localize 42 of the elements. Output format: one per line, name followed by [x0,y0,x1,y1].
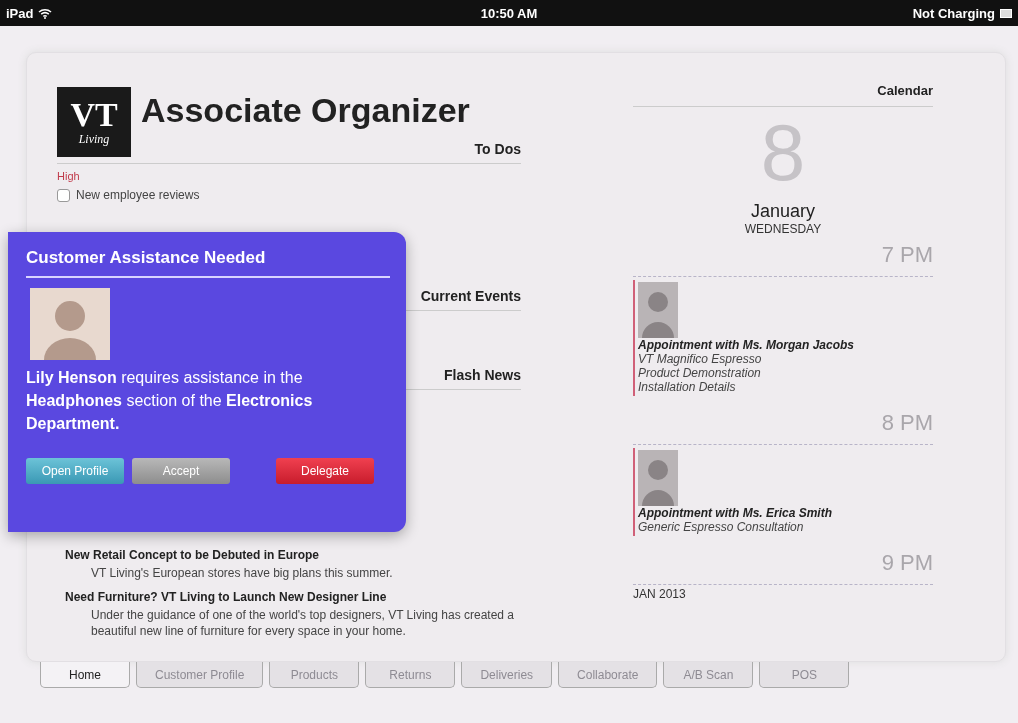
battery-status: Not Charging [912,5,995,21]
appointment-title: Appointment with Ms. Morgan Jacobs [638,338,855,352]
tab[interactable]: Deliveries [461,662,553,688]
avatar-silhouette [638,450,678,506]
device-label: iPad [6,5,34,21]
appointment-title: Appointment with Ms. Erica Smith [638,506,833,520]
hour-label: 9 PM [880,550,933,576]
wifi-icon [38,7,53,19]
appointment-entry[interactable]: Appointment with Ms. Morgan Jacobs VT Magnifico Espresso Product Demonstration Installation Details [633,280,933,396]
section-heading: Calendar [633,83,933,107]
alert-button[interactable]: Accept [132,457,230,484]
todo-label: New employee reviews [76,188,200,202]
appointment-detail: Generic Espresso Consultation [638,520,805,534]
avatar-silhouette [638,282,678,338]
checkbox[interactable] [57,188,70,202]
appointment-entry[interactable]: Appointment with Ms. Erica Smith Generic Espresso Consultation [633,448,933,536]
alert-button[interactable]: Open Profile [26,457,124,484]
appointment-detail: Product Demonstration [638,366,762,380]
hour-label: 8 PM [880,410,933,436]
tab[interactable]: A/B Scan [663,662,754,688]
news-headline[interactable]: Need Furniture? VT Living to Launch New Designer Line [65,590,521,605]
battery-icon [1000,8,1012,18]
tab[interactable]: Home [40,662,130,688]
news-headline[interactable]: New Retail Concept to be Debuted in Europe [65,548,521,562]
app-title: Associate Organizer [141,91,470,130]
appointment-detail: VT Magnifico Espresso [638,352,763,366]
tab[interactable]: Collaborate [558,662,658,688]
alert-title: Customer Assistance Needed [26,248,390,278]
tab[interactable]: Customer Profile [136,662,264,688]
clock-time: 10:50 AM [480,5,538,21]
month-year-label: JAN 2013 [633,587,687,601]
appointment-detail: Installation Details [638,380,737,394]
hour-label: 7 PM [880,242,933,268]
tab[interactable]: POS [759,662,850,688]
news-summary: Under the guidance of one of the world's top designers, VT Living has created a beautiful new line of furniture for every space in your home. [90,607,515,640]
priority-label: High [57,170,81,182]
news-summary: VT Living's European stores have big plans this summer. [90,565,394,582]
alert-button[interactable]: Delegate [276,457,374,484]
tab[interactable]: Products [269,662,360,688]
month-label: January [749,201,816,222]
weekday-label: WEDNESDAY [743,222,823,236]
tab[interactable]: Returns [365,662,456,688]
